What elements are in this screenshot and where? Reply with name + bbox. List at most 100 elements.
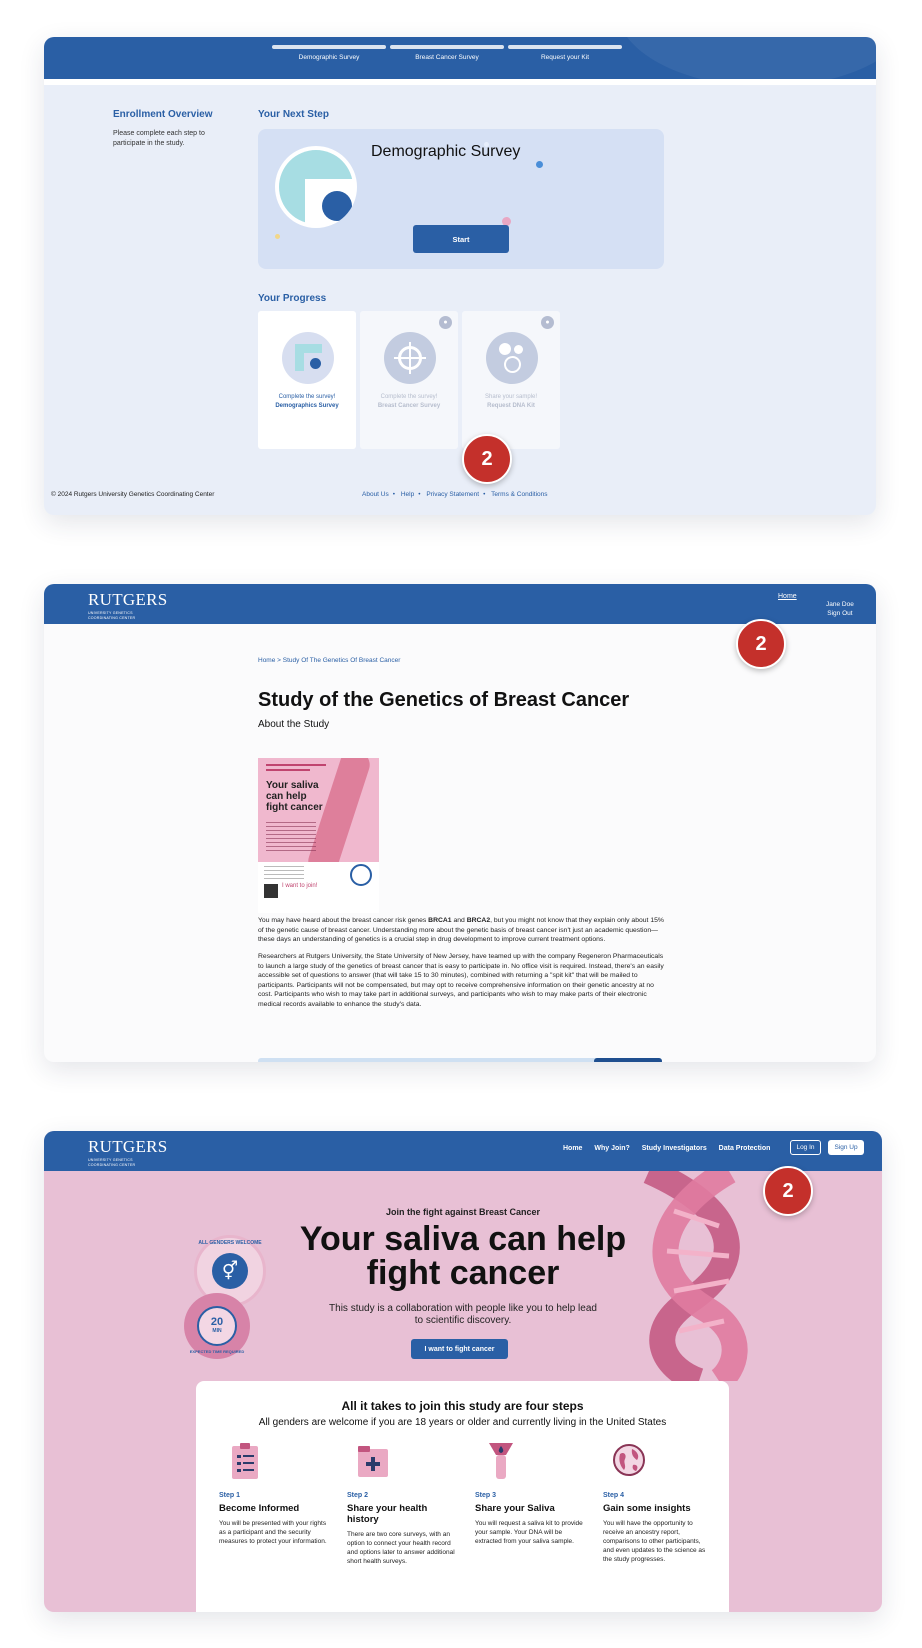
progress-card-line1: Share your sample! — [484, 394, 538, 400]
logo-text: RUTGERS — [88, 590, 168, 609]
signup-button[interactable]: Sign Up — [828, 1140, 864, 1155]
four-steps-card: All it takes to join this study are four… — [196, 1381, 729, 1612]
gene-brca1: BRCA1 — [428, 917, 452, 924]
progress-card-line2: Demographics Survey — [275, 403, 339, 409]
timer-icon: 20 MIN — [197, 1306, 237, 1346]
progress-card-line2: Breast Cancer Survey — [377, 403, 441, 409]
progress-title: Your Progress — [258, 293, 327, 304]
steps-subtitle: All genders are welcome if you are 18 ye… — [258, 1417, 667, 1428]
footer-link-about[interactable]: About Us — [362, 491, 389, 498]
step-number-badge: 2 — [736, 619, 786, 669]
flyer-title: Your saliva can help fight cancer — [266, 780, 323, 813]
footer-link-terms[interactable]: Terms & Conditions — [491, 491, 547, 498]
logo-text: RUTGERS — [88, 1137, 168, 1156]
step-number-badge: 2 — [462, 434, 512, 484]
steps-title: All it takes to join this study are four… — [341, 1399, 584, 1413]
step-tab-label: Request your Kit — [540, 54, 590, 61]
step-title: Gain some insights — [603, 1503, 691, 1514]
progress-card-dna-kit: ● Share your sample! Request DNA Kit — [462, 311, 560, 449]
landing-page-panel: RUTGERS UNIVERSITY GENETICS COORDINATING… — [44, 1131, 882, 1612]
copyright-text: © 2024 Rutgers University Genetics Coord… — [51, 491, 215, 498]
rutgers-logo[interactable]: RUTGERS UNIVERSITY GENETICS COORDINATING… — [88, 590, 168, 620]
user-name: Jane Doe — [826, 601, 854, 608]
step-title: Share your Saliva — [475, 1503, 555, 1514]
main-nav-links: Home Why Join? Study Investigators Data … — [563, 1145, 780, 1152]
logo-subtext-1: UNIVERSITY GENETICS — [88, 611, 133, 615]
lock-icon: ● — [439, 316, 452, 329]
hero-title: Your saliva can help fight cancer — [214, 1222, 712, 1290]
page-subtitle: About the Study — [258, 719, 330, 730]
breadcrumb-home[interactable]: Home — [258, 657, 275, 664]
login-button[interactable]: Log In — [790, 1140, 821, 1155]
enrollment-overview-title: Enrollment Overview — [113, 109, 213, 120]
next-step-title: Your Next Step — [258, 109, 329, 120]
study-description-paragraph: Researchers at Rutgers University, the S… — [258, 953, 664, 1008]
intro-paragraph: You may have heard about the breast canc… — [258, 916, 664, 945]
enrollment-dashboard-panel: Demographic Survey Breast Cancer Survey … — [44, 37, 876, 515]
breadcrumb: Home > Study Of The Genetics Of Breast C… — [258, 657, 400, 664]
nav-data-protection[interactable]: Data Protection — [719, 1145, 771, 1152]
step-description: You will be presented with your rights a… — [219, 1520, 327, 1545]
step-share-saliva: Step 3 Share your Saliva You will reques… — [475, 1441, 583, 1546]
sample-bubbles-icon — [486, 332, 538, 384]
progress-card-breast-cancer: ● Complete the survey! Breast Cancer Sur… — [360, 311, 458, 449]
logo-subtext-2: COORDINATING CENTER — [88, 616, 136, 621]
gender-symbol-icon: ⚥ — [212, 1253, 248, 1289]
stamp-unit: MIN — [212, 1328, 222, 1334]
next-step-card: Demographic Survey Start — [258, 129, 664, 269]
progress-card-demographics[interactable]: Complete the survey! Demographics Survey — [258, 311, 356, 449]
enrollment-overview-desc: Please complete each step to participate… — [113, 130, 205, 147]
footer-links: About Us • Help • Privacy Statement • Terms… — [362, 491, 548, 498]
expected-time-stamp: 20 MIN EXPECTED TIME REQUIRED — [184, 1293, 250, 1359]
footer-link-privacy[interactable]: Privacy Statement — [426, 491, 479, 498]
step-description: There are two core surveys, with an opti… — [347, 1531, 455, 1565]
sign-out-link[interactable]: Sign Out — [826, 609, 854, 618]
fight-cancer-button[interactable]: I want to fight cancer — [411, 1339, 508, 1359]
step-description: You will request a saliva kit to provide… — [475, 1520, 583, 1545]
nav-study-investigators[interactable]: Study Investigators — [642, 1145, 707, 1152]
user-menu[interactable]: Jane Doe Sign Out — [826, 600, 854, 618]
step-number: Step 3 — [475, 1492, 497, 1499]
hero-eyebrow: Join the fight against Breast Cancer — [385, 1207, 541, 1217]
medical-folder-icon — [358, 1446, 388, 1477]
nav-home-link[interactable]: Home — [778, 593, 797, 600]
demographic-survey-icon — [275, 146, 357, 228]
step-become-informed: Step 1 Become Informed You will be prese… — [219, 1441, 327, 1546]
hero-title-line1: Your saliva can help — [299, 1220, 627, 1258]
clipboard-icon — [232, 1443, 258, 1479]
nav-why-join[interactable]: Why Join? — [594, 1145, 629, 1152]
study-flyer-image: Your saliva can help fight cancer I want… — [258, 758, 379, 913]
stamp-text: ALL GENDERS WELCOME — [198, 1240, 262, 1246]
top-nav: RUTGERS UNIVERSITY GENETICS COORDINATING… — [44, 1131, 882, 1171]
progress-card-line1: Complete the survey! — [380, 394, 438, 400]
step-title: Share your health history — [347, 1503, 428, 1525]
progress-header: Demographic Survey Breast Cancer Survey … — [44, 37, 876, 87]
step-tab-breast-cancer[interactable]: Breast Cancer Survey — [390, 45, 504, 61]
rutgers-logo[interactable]: RUTGERS UNIVERSITY GENETICS COORDINATING… — [88, 1137, 168, 1167]
lock-icon: ● — [541, 316, 554, 329]
step-tab-demographic[interactable]: Demographic Survey — [272, 45, 386, 61]
breadcrumb-current: Study Of The Genetics Of Breast Cancer — [282, 657, 401, 664]
saliva-tube-icon — [489, 1443, 513, 1479]
progress-card-line1: Complete the survey! — [278, 394, 336, 400]
para1-text-a: You may have heard about the breast canc… — [258, 917, 429, 924]
next-step-name: Demographic Survey — [371, 143, 521, 160]
start-button[interactable]: Start — [413, 225, 509, 253]
logo-subtext-2: COORDINATING CENTER — [88, 1163, 136, 1168]
hero-subtitle: This study is a collaboration with peopl… — [329, 1303, 597, 1326]
globe-icon — [613, 1444, 645, 1476]
step-number-badge: 2 — [763, 1166, 813, 1216]
gene-brca2: BRCA2 — [466, 917, 491, 924]
nav-home[interactable]: Home — [563, 1145, 582, 1152]
breadcrumb-separator: > — [277, 657, 281, 664]
step-number: Step 2 — [347, 1492, 369, 1499]
demographics-icon — [282, 332, 334, 384]
top-nav: RUTGERS UNIVERSITY GENETICS COORDINATING… — [44, 584, 876, 624]
footer-link-help[interactable]: Help — [401, 491, 414, 498]
step-tab-request-kit[interactable]: Request your Kit — [508, 45, 622, 61]
step-title: Become Informed — [219, 1503, 300, 1514]
step-number: Step 1 — [219, 1492, 241, 1499]
page-title: Study of the Genetics of Breast Cancer — [258, 689, 630, 711]
step-description: You will have the opportunity to receive… — [603, 1520, 706, 1563]
stamp-text: EXPECTED TIME REQUIRED — [189, 1349, 245, 1354]
